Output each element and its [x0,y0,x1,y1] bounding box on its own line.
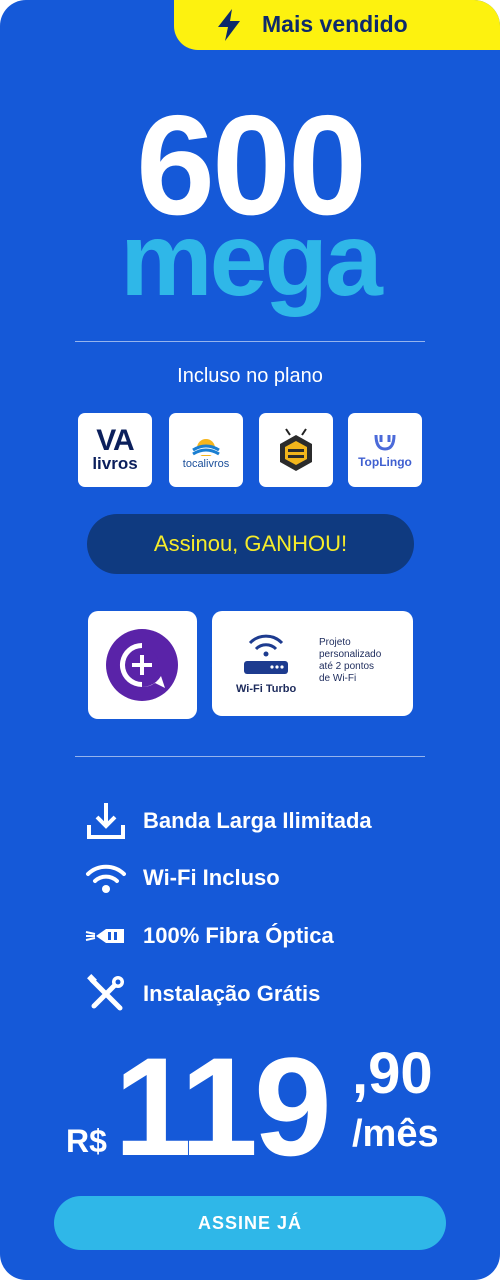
health-plus-icon [106,629,178,701]
badge-label: Mais vendido [262,11,408,37]
bonus-banner-label: Assinou, GANHOU! [153,531,348,556]
health-app-card [88,611,197,719]
tools-icon [87,974,124,1011]
bonus-banner: Assinou, GANHOU! [87,514,414,574]
toplingo-logo: TopLingo [348,413,422,487]
divider [75,341,425,342]
feature-label: Banda Larga Ilimitada [143,808,372,833]
tocalivros-logo: tocalivros [169,413,243,487]
price-currency: R$ [66,1123,107,1159]
feature-fiber-optic: 100% Fibra Óptica [84,914,334,958]
price-decimal: ,90 [352,1041,433,1106]
lightning-bolt-icon [218,9,240,41]
feature-unlimited-broadband: Banda Larga Ilimitada [84,799,372,843]
feature-label: 100% Fibra Óptica [143,923,334,948]
feature-label: Wi-Fi Incluso [143,865,280,890]
included-title: Incluso no plano [177,365,323,387]
subscribe-button[interactable]: ASSINE JÁ [54,1196,446,1250]
va-livros-logo: VA livros [78,413,152,487]
wifi-turbo-card: Wi-Fi Turbo Projeto personalizado até 2 … [212,611,413,716]
plan-card: Mais vendido 600 mega Incluso no plano V… [0,0,500,1280]
best-seller-badge: Mais vendido [174,0,500,50]
download-icon [87,803,125,839]
book-sun-icon [192,439,220,456]
wifi-turbo-label: Wi-Fi Turbo [236,683,297,695]
bee-app-logo [259,413,333,487]
wifi-turbo-description: Projeto personalizado até 2 pontos de Wi… [319,637,382,684]
plan-speed-unit: mega [120,202,383,318]
wifi-router-icon [244,634,288,674]
feature-wifi-included: Wi-Fi Incluso [84,856,280,900]
price-integer: 119 [114,1028,332,1185]
toplingo-icon [374,434,396,451]
wifi-icon [86,864,126,893]
feature-free-installation: Instalação Grátis [84,972,320,1016]
fiber-optic-icon [85,929,124,943]
price-period: /mês [352,1113,439,1155]
bee-icon [280,428,312,471]
feature-label: Instalação Grátis [143,981,321,1006]
divider [75,756,425,757]
